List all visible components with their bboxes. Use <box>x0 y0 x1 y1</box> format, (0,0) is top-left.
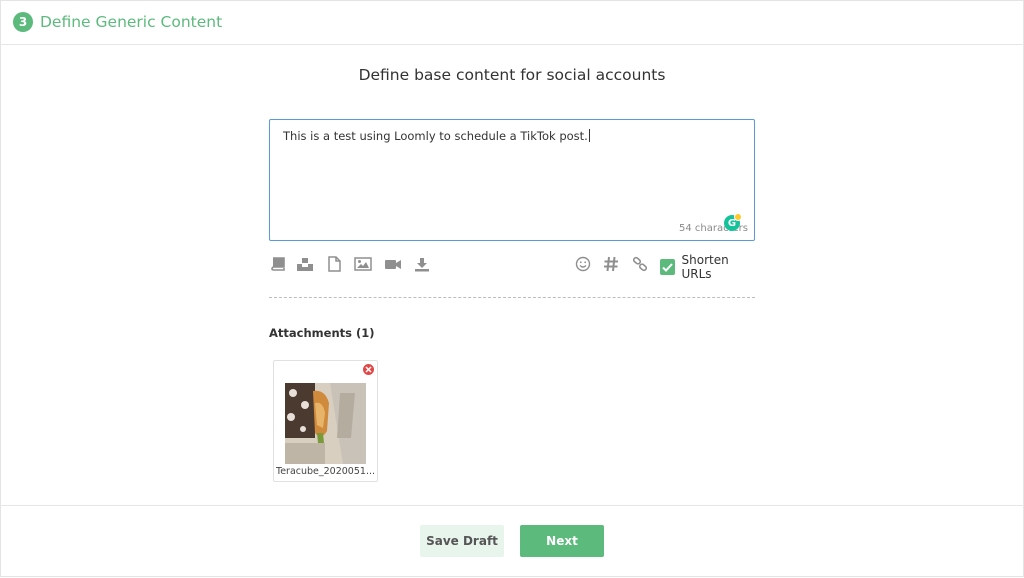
text-caret <box>588 129 590 142</box>
page-frame <box>0 0 1024 577</box>
download-icon[interactable] <box>413 255 431 273</box>
composer-toolbar: Shorten URLs <box>269 253 755 281</box>
attachment-thumbnail[interactable] <box>285 383 366 464</box>
library-icon[interactable] <box>269 255 287 273</box>
post-content-text[interactable]: This is a test using Loomly to schedule … <box>283 129 590 143</box>
remove-attachment-icon[interactable] <box>363 364 374 375</box>
save-draft-button[interactable]: Save Draft <box>420 525 504 557</box>
step-header: 3 Define Generic Content <box>0 0 1024 45</box>
video-icon[interactable] <box>384 255 402 273</box>
grammarly-icon[interactable]: G <box>724 213 742 231</box>
shorten-urls-label[interactable]: Shorten URLs <box>682 253 756 281</box>
inbox-icon[interactable] <box>296 255 314 273</box>
next-button[interactable]: Next <box>520 525 604 557</box>
emoji-icon[interactable] <box>574 255 592 273</box>
grammarly-status-dot <box>734 213 742 221</box>
footer-bar: Save Draft Next <box>0 505 1024 578</box>
attachments-label: Attachments (1) <box>269 326 375 340</box>
step-number-badge: 3 <box>13 12 33 32</box>
attachment-file-name: Teracube_2020051... <box>276 466 375 477</box>
section-title: Define base content for social accounts <box>358 66 666 84</box>
document-icon[interactable] <box>325 255 343 273</box>
step-title: Define Generic Content <box>40 13 223 31</box>
hashtag-icon[interactable] <box>602 255 620 273</box>
shorten-urls-checkbox[interactable] <box>660 259 675 275</box>
image-icon[interactable] <box>354 255 372 273</box>
shorten-urls-toggle[interactable]: Shorten URLs <box>660 253 755 281</box>
section-divider <box>269 297 755 298</box>
attachment-item[interactable]: Teracube_2020051... <box>273 360 378 482</box>
link-icon[interactable] <box>631 255 649 273</box>
post-content-textarea[interactable]: This is a test using Loomly to schedule … <box>269 119 755 241</box>
